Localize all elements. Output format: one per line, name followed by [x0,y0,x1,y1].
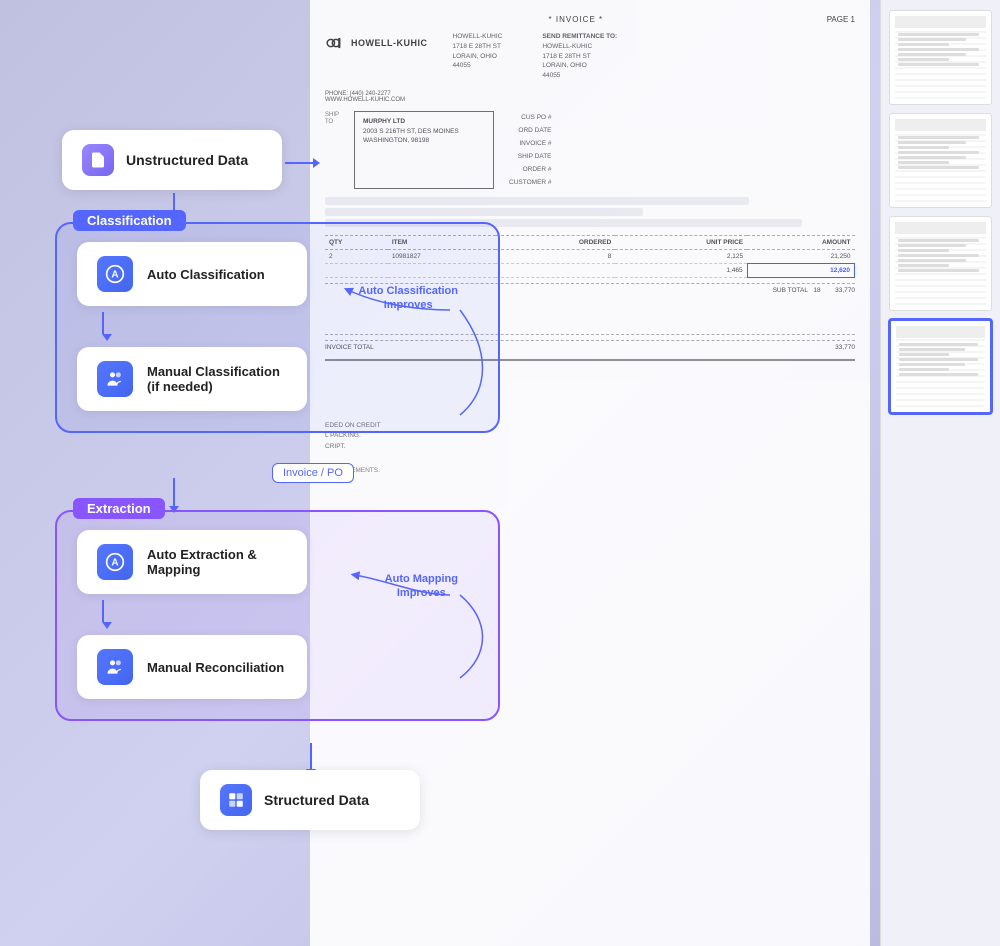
unstructured-data-box: Unstructured Data [62,130,282,190]
structured-data-label: Structured Data [264,792,369,808]
svg-text:A: A [111,557,118,568]
auto-classification-icon: A [97,256,133,292]
manual-reconciliation-label: Manual Reconciliation [147,660,284,675]
classification-section: Classification A Auto Classification [55,222,500,433]
extraction-label: Extraction [73,498,165,519]
company-header: HOWELL-KUHIC HOWELL-KUHIC 1718 E 28TH ST… [325,32,855,81]
thumbnails-sidebar [880,0,1000,946]
classification-label: Classification [73,210,186,231]
invoice-po-badge: Invoice / PO [272,463,354,483]
auto-extraction-card: A Auto Extraction & Mapping [77,530,307,594]
remit-to: SEND REMITTANCE TO: HOWELL-KUHIC 1718 E … [542,32,617,81]
unstructured-data-icon [82,144,114,176]
invoice-title: * INVOICE * [325,15,827,24]
manual-classification-icon [97,361,133,397]
auto-extraction-icon: A [97,544,133,580]
thumbnail-1[interactable] [889,10,992,105]
ship-to-box: MURPHY LTD 2003 S 216TH ST, DES MOINES W… [354,111,494,189]
company-address: HOWELL-KUHIC 1718 E 28TH ST LORAIN, OHIO… [453,32,503,81]
extraction-flow-arrow [77,600,478,629]
svg-text:A: A [111,269,118,280]
manual-classification-label: Manual Classification (if needed) [147,364,287,394]
structured-data-box: Structured Data [200,770,420,830]
manual-reconciliation-card: Manual Reconciliation [77,635,307,699]
company-name: HOWELL-KUHIC [351,38,428,48]
auto-extraction-label: Auto Extraction & Mapping [147,547,287,577]
thumbnail-3[interactable] [889,216,992,311]
company-logo: HOWELL-KUHIC [325,32,428,54]
invoice-footer-note: REPLACEMENTS. [325,467,855,474]
unstructured-data-label: Unstructured Data [126,152,248,168]
extraction-section: Extraction A Auto Extraction & Mapping [55,510,500,721]
auto-mapping-improves-label: Auto MappingImproves [385,572,458,601]
company-contact: PHONE: (440) 240-2277 WWW.HOWELL-KUHIC.C… [325,91,855,103]
classification-to-extraction-arrow [169,478,179,513]
invoice-fields: CUS PO # ORD DATE INVOICE # SHIP DATE OR… [509,111,552,189]
thumbnail-4-active[interactable] [889,319,992,414]
howell-kuhic-logo-icon [325,32,347,54]
invoice-page: PAGE 1 [827,15,855,24]
auto-classification-label: Auto Classification [147,267,265,282]
classification-flow-arrow [77,312,478,341]
manual-reconciliation-icon [97,649,133,685]
auto-classification-improves-label: Auto ClassificationImproves [358,284,458,313]
auto-classification-card: A Auto Classification [77,242,307,306]
structured-data-icon [220,784,252,816]
thumbnail-2[interactable] [889,113,992,208]
manual-classification-card: Manual Classification (if needed) [77,347,307,411]
ud-to-invoice-arrow [285,158,320,168]
